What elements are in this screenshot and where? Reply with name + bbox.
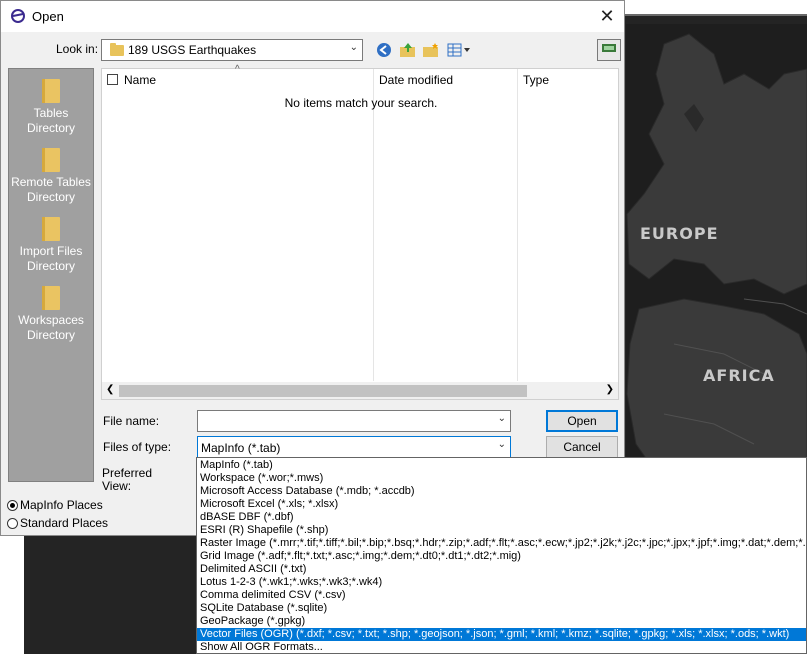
close-icon[interactable]: ✕ bbox=[594, 3, 620, 29]
folder-icon bbox=[110, 43, 124, 56]
place-label-line1: Workspaces bbox=[18, 313, 84, 327]
scroll-left-icon[interactable]: ❮ bbox=[106, 384, 114, 395]
filetype-option[interactable]: ESRI (R) Shapefile (*.shp) bbox=[199, 524, 806, 537]
files-of-type-value: MapInfo (*.tab) bbox=[201, 441, 281, 455]
map-label-africa: AFRICA bbox=[703, 366, 775, 385]
filetype-option[interactable]: Show All OGR Formats... bbox=[199, 641, 806, 653]
column-header-date-modified[interactable]: Date modified bbox=[379, 73, 453, 87]
radio-unselected-icon[interactable] bbox=[7, 518, 18, 529]
files-of-type-label: Files of type: bbox=[103, 440, 172, 454]
filetype-option[interactable]: Microsoft Excel (*.xls; *.xlsx) bbox=[199, 498, 806, 511]
preferred-view-label: Preferred bbox=[102, 466, 153, 480]
scrollbar-thumb[interactable] bbox=[119, 385, 527, 397]
column-header-name[interactable]: Name bbox=[124, 73, 156, 87]
dialog-title: Open bbox=[32, 9, 64, 24]
place-label-line2: Directory bbox=[26, 328, 75, 342]
folder-icon bbox=[42, 79, 60, 103]
scroll-right-icon[interactable]: ❯ bbox=[606, 384, 614, 395]
place-import-files-directory[interactable]: Import Files Directory bbox=[9, 217, 93, 274]
open-button[interactable]: Open bbox=[546, 410, 618, 432]
select-all-checkbox[interactable] bbox=[107, 74, 118, 85]
filetype-option[interactable]: Comma delimited CSV (*.csv) bbox=[199, 589, 806, 602]
map-label-europe: EUROPE bbox=[640, 224, 719, 243]
empty-list-message: No items match your search. bbox=[284, 96, 438, 110]
look-in-value: 189 USGS Earthquakes bbox=[128, 43, 257, 57]
place-label-line2: Directory bbox=[26, 121, 75, 135]
sort-ascending-icon: ^ bbox=[235, 64, 240, 75]
horizontal-scrollbar[interactable]: ❮ ❯ bbox=[102, 382, 618, 399]
place-remote-tables-directory[interactable]: Remote Tables Directory bbox=[9, 148, 93, 205]
open-dialog: Open ✕ Look in: 189 USGS Earthquakes ⌄ T… bbox=[0, 0, 625, 536]
files-of-type-dropdown[interactable]: MapInfo (*.tab) Workspace (*.wor;*.mws) … bbox=[196, 457, 807, 654]
view-menu-icon[interactable] bbox=[447, 42, 471, 60]
radio-selected-icon[interactable] bbox=[7, 500, 18, 511]
filetype-option[interactable]: Raster Image (*.mrr;*.tif;*.tiff;*.bil;*… bbox=[199, 537, 806, 550]
filetype-option-selected[interactable]: Vector Files (OGR) (*.dxf; *.csv; *.txt;… bbox=[197, 628, 806, 641]
files-of-type-combo[interactable]: MapInfo (*.tab) ⌄ bbox=[197, 436, 511, 458]
places-bar: Tables Directory Remote Tables Directory… bbox=[8, 68, 94, 482]
up-folder-icon[interactable] bbox=[399, 42, 417, 60]
file-name-label: File name: bbox=[103, 414, 160, 428]
filetype-option[interactable]: dBASE DBF (*.dbf) bbox=[199, 511, 806, 524]
place-label-line1: Import Files bbox=[19, 244, 83, 258]
cancel-button[interactable]: Cancel bbox=[546, 436, 618, 458]
folder-icon bbox=[42, 148, 60, 172]
radio-mapinfo-places[interactable]: MapInfo Places bbox=[7, 498, 103, 512]
place-label-line2: Directory bbox=[26, 190, 75, 204]
look-in-combo[interactable]: 189 USGS Earthquakes ⌄ bbox=[101, 39, 363, 61]
new-folder-icon[interactable] bbox=[422, 42, 440, 60]
place-tables-directory[interactable]: Tables Directory bbox=[9, 79, 93, 136]
filetype-option[interactable]: Lotus 1-2-3 (*.wk1;*.wks;*.wk3;*.wk4) bbox=[199, 576, 806, 589]
file-list[interactable]: Name ^ Date modified Type No items match… bbox=[101, 64, 619, 400]
filetype-option[interactable]: MapInfo (*.tab) bbox=[199, 459, 806, 472]
filetype-option[interactable]: Delimited ASCII (*.txt) bbox=[199, 563, 806, 576]
filetype-option[interactable]: Workspace (*.wor;*.mws) bbox=[199, 472, 806, 485]
place-label-line1: Tables bbox=[33, 106, 69, 120]
folder-icon bbox=[42, 217, 60, 241]
place-label-line1: Remote Tables bbox=[11, 175, 91, 189]
column-divider[interactable] bbox=[517, 69, 518, 381]
chevron-down-icon[interactable]: ⌄ bbox=[350, 42, 358, 53]
chevron-down-icon[interactable]: ⌄ bbox=[498, 413, 506, 424]
filetype-option[interactable]: SQLite Database (*.sqlite) bbox=[199, 602, 806, 615]
network-drive-icon[interactable] bbox=[597, 39, 621, 61]
radio-mapinfo-places-label: MapInfo Places bbox=[20, 498, 103, 512]
dialog-titlebar: Open ✕ bbox=[1, 1, 624, 32]
radio-standard-places[interactable]: Standard Places bbox=[7, 516, 108, 530]
place-label-line2: Directory bbox=[26, 259, 75, 273]
column-divider[interactable] bbox=[373, 69, 374, 381]
look-in-label: Look in: bbox=[56, 42, 99, 56]
folder-icon bbox=[42, 286, 60, 310]
filetype-option[interactable]: GeoPackage (*.gpkg) bbox=[199, 615, 806, 628]
filetype-option[interactable]: Grid Image (*.adf;*.flt;*.txt;*.asc;*.im… bbox=[199, 550, 806, 563]
radio-standard-places-label: Standard Places bbox=[20, 516, 109, 530]
chevron-down-icon[interactable]: ⌄ bbox=[498, 439, 506, 450]
preferred-view-label-2: View: bbox=[102, 479, 132, 493]
back-icon[interactable] bbox=[375, 42, 393, 60]
column-header-type[interactable]: Type bbox=[523, 73, 549, 87]
filetype-option[interactable]: Microsoft Access Database (*.mdb; *.accd… bbox=[199, 485, 806, 498]
file-name-combo[interactable]: ⌄ bbox=[197, 410, 511, 432]
app-logo-icon bbox=[11, 9, 25, 23]
place-workspaces-directory[interactable]: Workspaces Directory bbox=[9, 286, 93, 343]
file-name-input[interactable] bbox=[201, 413, 490, 429]
